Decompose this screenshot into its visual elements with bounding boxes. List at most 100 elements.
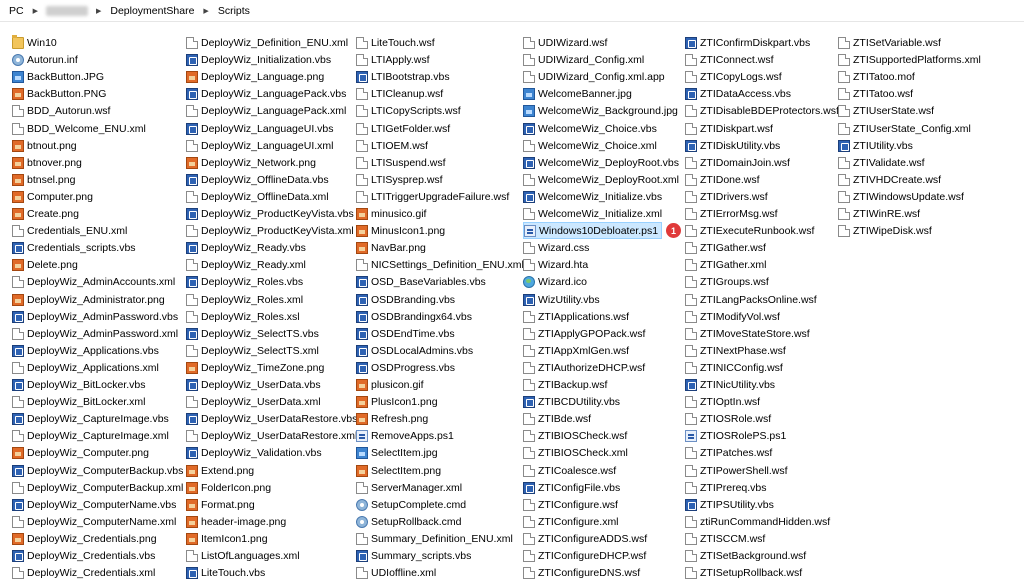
file-item[interactable]: WelcomeWiz_Choice.vbs (523, 120, 660, 137)
file-item[interactable]: ZTIConfigure.wsf (523, 496, 621, 513)
file-item[interactable]: ZTINICConfig.wsf (685, 359, 786, 376)
file-item[interactable]: WelcomeWiz_DeployRoot.vbs (523, 154, 682, 171)
file-item[interactable]: ZTIAuthorizeDHCP.wsf (523, 359, 648, 376)
file-item[interactable]: ZTIDataAccess.vbs (685, 85, 794, 102)
breadcrumb-scripts[interactable]: Scripts (215, 5, 253, 17)
file-item[interactable]: LTIOEM.wsf (356, 137, 431, 154)
file-item[interactable]: Summary_scripts.vbs (356, 547, 474, 564)
file-item[interactable]: btnover.png (12, 154, 85, 171)
file-item[interactable]: ZTIWipeDisk.wsf (838, 222, 935, 239)
file-item[interactable]: ZTINicUtility.vbs (685, 376, 778, 393)
file-item[interactable]: DeployWiz_Language.png (186, 68, 327, 85)
file-item[interactable]: ZTIConnect.wsf (685, 51, 777, 68)
file-item[interactable]: DeployWiz_Applications.xml (12, 359, 162, 376)
file-item[interactable]: DeployWiz_Network.png (186, 154, 319, 171)
file-item[interactable]: Win10 (12, 34, 60, 51)
file-item[interactable]: RemoveApps.ps1 (356, 427, 457, 444)
file-item[interactable]: SetupComplete.cmd (356, 496, 469, 513)
breadcrumb-deploymentshare[interactable]: DeploymentShare (107, 5, 197, 17)
file-item[interactable]: header-image.png (186, 513, 289, 530)
file-item[interactable]: DeployWiz_CaptureImage.xml (12, 427, 172, 444)
file-item[interactable]: DeployWiz_Credentials.vbs (12, 547, 158, 564)
file-item[interactable]: ListOfLanguages.xml (186, 547, 303, 564)
file-item[interactable]: LTISuspend.wsf (356, 154, 449, 171)
file-item[interactable]: btnout.png (12, 137, 80, 154)
file-item[interactable]: DeployWiz_Roles.xsl (186, 308, 303, 325)
file-item[interactable]: ZTIErrorMsg.wsf (685, 205, 781, 222)
file-item[interactable]: LTICleanup.wsf (356, 85, 446, 102)
file-item[interactable]: DeployWiz_ProductKeyVista.xml (186, 222, 357, 239)
file-item[interactable]: ZTILangPacksOnline.wsf (685, 291, 820, 308)
file-item[interactable]: ZTIApplications.wsf (523, 308, 632, 325)
file-item[interactable]: Wizard.hta (523, 256, 591, 273)
file-item[interactable]: ZTIBIOSCheck.wsf (523, 427, 630, 444)
file-item[interactable]: DeployWiz_Ready.vbs (186, 239, 309, 256)
file-item[interactable]: Credentials_ENU.xml (12, 222, 130, 239)
file-item[interactable]: NavBar.png (356, 239, 429, 256)
file-item[interactable]: minusico.gif (356, 205, 429, 222)
file-item[interactable]: ZTIMoveStateStore.wsf (685, 325, 813, 342)
file-item[interactable]: Credentials_scripts.vbs (12, 239, 139, 256)
file-item[interactable]: ZTIPatches.wsf (685, 444, 775, 461)
file-item[interactable]: WelcomeBanner.jpg (523, 85, 635, 102)
file-item[interactable]: Autorun.inf (12, 51, 81, 68)
file-item[interactable]: Wizard.ico (523, 273, 590, 290)
file-item[interactable]: LTIBootstrap.vbs (356, 68, 453, 85)
file-item[interactable]: DeployWiz_ComputerBackup.xml (12, 479, 186, 496)
file-item[interactable]: DeployWiz_CaptureImage.vbs (12, 410, 172, 427)
file-item[interactable]: ZTIBde.wsf (523, 410, 594, 427)
file-item[interactable]: ZTIBIOSCheck.xml (523, 444, 631, 461)
file-list[interactable]: Win10 Autorun.inf BackButton.JPG BackButton… (0, 34, 1024, 581)
file-item[interactable]: DeployWiz_SelectTS.xml (186, 342, 322, 359)
file-item[interactable]: ZTIApplyGPOPack.wsf (523, 325, 648, 342)
file-item[interactable]: DeployWiz_Ready.xml (186, 256, 309, 273)
file-item[interactable]: ZTICoalesce.wsf (523, 462, 619, 479)
file-item[interactable]: ZTIDone.wsf (685, 171, 763, 188)
file-item[interactable]: plusicon.gif (356, 376, 427, 393)
file-item[interactable]: ZTIBCDUtility.vbs (523, 393, 623, 410)
file-item[interactable]: DeployWiz_LanguagePack.vbs (186, 85, 349, 102)
file-item[interactable]: Summary_Definition_ENU.xml (356, 530, 516, 547)
file-item[interactable]: ztiRunCommandHidden.wsf (685, 513, 833, 530)
file-item[interactable]: btnsel.png (12, 171, 78, 188)
file-item[interactable]: DeployWiz_UserData.xml (186, 393, 324, 410)
file-item[interactable]: FolderIcon.png (186, 479, 274, 496)
file-item[interactable]: ZTISupportedPlatforms.xml (838, 51, 984, 68)
file-item[interactable]: Format.png (186, 496, 258, 513)
file-item[interactable]: DeployWiz_Computer.png (12, 444, 152, 461)
file-item[interactable]: OSD_BaseVariables.vbs (356, 273, 489, 290)
file-item[interactable]: ZTIConfirmDiskpart.vbs (685, 34, 813, 51)
file-item[interactable]: WizUtility.vbs (523, 291, 603, 308)
file-item[interactable]: ZTIConfigureDHCP.wsf (523, 547, 649, 564)
file-item[interactable]: LiteTouch.vbs (186, 564, 268, 581)
file-item[interactable]: ZTIUserState_Config.xml (838, 120, 974, 137)
file-item[interactable]: MinusIcon1.png (356, 222, 448, 239)
file-item[interactable]: DeployWiz_Credentials.xml (12, 564, 158, 581)
file-item[interactable]: DeployWiz_UserDataRestore.vbs (186, 410, 360, 427)
file-item[interactable]: ZTIGather.xml (685, 256, 770, 273)
file-item[interactable]: Computer.png (12, 188, 96, 205)
file-item[interactable]: ZTICopyLogs.wsf (685, 68, 785, 85)
file-item[interactable]: OSDProgress.vbs (356, 359, 458, 376)
file-item[interactable]: ZTIAppXmlGen.wsf (523, 342, 632, 359)
file-item[interactable]: DeployWiz_ComputerName.xml (12, 513, 179, 530)
file-item[interactable]: ZTIOSRolePS.ps1 (685, 427, 789, 444)
breadcrumb-pc[interactable]: PC (6, 5, 27, 17)
file-item[interactable]: OSDBranding.vbs (356, 291, 458, 308)
file-item[interactable]: ZTIDiskpart.wsf (685, 120, 776, 137)
file-item[interactable]: DeployWiz_ComputerName.vbs (12, 496, 179, 513)
file-item[interactable]: ZTIDisableBDEProtectors.wsf (685, 102, 842, 119)
file-item[interactable]: DeployWiz_ProductKeyVista.vbs (186, 205, 357, 222)
file-item[interactable]: OSDLocalAdmins.vbs (356, 342, 476, 359)
file-item[interactable]: DeployWiz_Administrator.png (12, 291, 168, 308)
file-item[interactable]: WelcomeWiz_Choice.xml (523, 137, 660, 154)
file-item[interactable]: WelcomeWiz_Initialize.vbs (523, 188, 665, 205)
file-item[interactable]: ZTIBackup.wsf (523, 376, 610, 393)
file-item[interactable]: UDIWizard.wsf (523, 34, 610, 51)
file-item[interactable]: Create.png (12, 205, 82, 222)
breadcrumb[interactable]: PC ▶ ▶ DeploymentShare ▶ Scripts (0, 0, 1024, 22)
file-item[interactable]: DeployWiz_Credentials.png (12, 530, 160, 547)
file-item[interactable]: DeployWiz_Roles.xml (186, 291, 306, 308)
file-item[interactable]: ZTIWinRE.wsf (838, 205, 923, 222)
file-item[interactable]: ItemIcon1.png (186, 530, 271, 547)
